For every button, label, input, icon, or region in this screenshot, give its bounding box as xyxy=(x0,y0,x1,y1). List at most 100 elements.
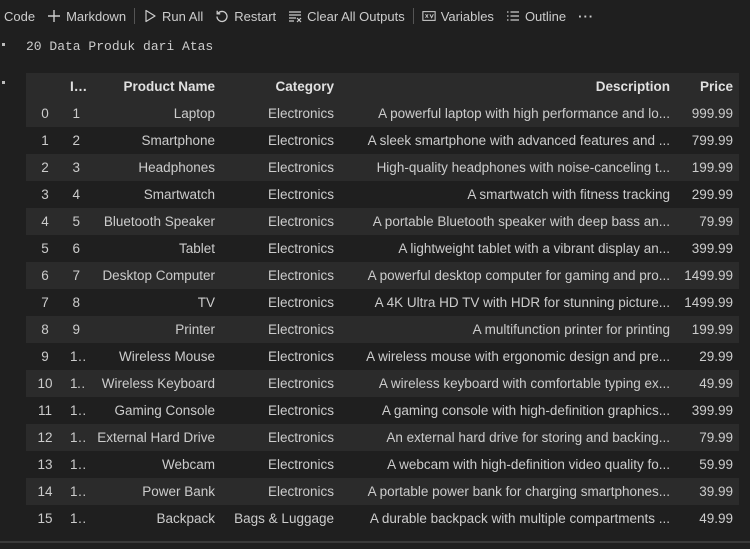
output-gutter-marker xyxy=(2,43,5,46)
cell-product-name: Printer xyxy=(175,322,215,337)
cell-category: Electronics xyxy=(267,376,334,391)
cell-product-name: Tablet xyxy=(178,241,215,256)
table-row: 0 1 Laptop Electronics A powerful laptop wit… xyxy=(26,100,739,127)
run-all-button[interactable]: Run All xyxy=(137,5,209,27)
cell-category: Electronics xyxy=(267,322,334,337)
cell-category: Electronics xyxy=(267,430,334,445)
cell-category: Electronics xyxy=(267,349,334,364)
table-row: 9 10 Wireless Mouse Electronics A wireless m… xyxy=(26,343,739,370)
clear-all-outputs-label: Clear All Outputs xyxy=(307,8,405,24)
cell-product-name: Wireless Mouse xyxy=(118,349,215,364)
cell-description: An external hard drive for storing and b… xyxy=(386,430,670,445)
cell-product-name: Webcam xyxy=(161,457,215,472)
add-markdown-cell-button[interactable]: Markdown xyxy=(41,5,132,27)
cell-price: 49.99 xyxy=(699,511,733,526)
horizontal-scrollbar[interactable] xyxy=(0,541,750,543)
cell-id: 7 xyxy=(72,268,80,283)
cell-price: 59.99 xyxy=(699,457,733,472)
cell-category: Electronics xyxy=(267,106,334,121)
cell-category: Electronics xyxy=(267,133,334,148)
variables-icon xyxy=(422,11,436,21)
table-header-row: ID Product Name Category Description Price xyxy=(26,73,739,100)
row-index: 0 xyxy=(41,106,49,121)
cell-id: 3 xyxy=(72,160,80,175)
table-row: 10 11 Wireless Keyboard Electronics A wirele… xyxy=(26,370,739,397)
output-heading: 20 Data Produk dari Atas xyxy=(26,39,214,54)
play-icon xyxy=(145,9,156,23)
index-header xyxy=(26,73,64,100)
column-header-id: ID xyxy=(70,79,84,94)
cell-category: Electronics xyxy=(267,295,334,310)
row-index: 12 xyxy=(37,430,53,445)
cell-price: 799.99 xyxy=(691,133,733,148)
cell-description: High-quality headphones with noise-cance… xyxy=(376,160,670,175)
outline-button[interactable]: Outline xyxy=(500,5,572,27)
cell-id: 11 xyxy=(70,376,85,391)
variables-label: Variables xyxy=(440,8,494,24)
cell-price: 999.99 xyxy=(691,106,733,121)
cell-description: A powerful laptop with high performance … xyxy=(378,106,670,121)
column-header-price: Price xyxy=(699,79,733,94)
cell-id: 2 xyxy=(72,133,80,148)
cell-price: 1499.99 xyxy=(684,268,733,283)
table-row: 6 7 Desktop Computer Electronics A powerful … xyxy=(26,262,739,289)
cell-product-name: Laptop xyxy=(173,106,215,121)
cell-price: 29.99 xyxy=(699,349,733,364)
toolbar-divider xyxy=(412,8,414,24)
cell-price: 49.99 xyxy=(699,376,733,391)
cell-id: 6 xyxy=(72,241,80,256)
cell-product-name: Wireless Keyboard xyxy=(101,376,215,391)
restart-label: Restart xyxy=(234,8,277,24)
cell-description: A webcam with high-definition video qual… xyxy=(387,457,670,472)
cell-description: A sleek smartphone with advanced feature… xyxy=(367,133,670,148)
cell-description: A lightweight tablet with a vibrant disp… xyxy=(398,241,670,256)
cell-description: A multifunction printer for printing xyxy=(472,322,670,337)
table-row: 13 14 Webcam Electronics A webcam with high-… xyxy=(26,451,739,478)
variables-button[interactable]: Variables xyxy=(416,5,500,27)
cell-product-name: Desktop Computer xyxy=(102,268,215,283)
table-row: 5 6 Tablet Electronics A lightweight tablet … xyxy=(26,235,739,262)
column-header-product-name: Product Name xyxy=(123,79,215,94)
restart-icon xyxy=(216,10,228,23)
cell-product-name: Smartwatch xyxy=(143,187,215,202)
cell-description: A durable backpack with multiple compart… xyxy=(369,511,670,526)
cell-category: Electronics xyxy=(267,187,334,202)
column-header-category: Category xyxy=(275,79,334,94)
cell-id: 14 xyxy=(70,457,86,472)
cell-id: 10 xyxy=(70,349,86,364)
row-index: 3 xyxy=(41,187,49,202)
cell-price: 1499.99 xyxy=(684,295,733,310)
row-index: 10 xyxy=(37,376,53,391)
cell-price: 399.99 xyxy=(691,403,733,418)
notebook-toolbar: Code Markdown Run All Restart Clear All … xyxy=(0,0,750,32)
cell-price: 199.99 xyxy=(691,322,733,337)
row-index: 15 xyxy=(37,511,53,526)
cell-description: A gaming console with high-definition gr… xyxy=(381,403,670,418)
table-row: 11 12 Gaming Console Electronics A gaming co… xyxy=(26,397,739,424)
table-row: 15 16 Backpack Bags & Luggage A durable back… xyxy=(26,505,739,532)
clear-all-outputs-button[interactable]: Clear All Outputs xyxy=(282,5,411,27)
cell-product-name: TV xyxy=(197,295,215,310)
cell-id: 12 xyxy=(70,403,86,418)
run-all-label: Run All xyxy=(162,8,204,24)
cell-price: 199.99 xyxy=(691,160,733,175)
row-index: 14 xyxy=(37,484,53,499)
add-code-cell-button[interactable]: Code xyxy=(0,5,41,27)
cell-id: 16 xyxy=(70,511,86,526)
cell-product-name: Power Bank xyxy=(142,484,215,499)
restart-button[interactable]: Restart xyxy=(209,5,282,27)
dataframe-table: ID Product Name Category Description Price 0… xyxy=(26,73,739,532)
column-header-description: Description xyxy=(595,79,670,94)
more-actions-button[interactable]: ··· xyxy=(572,5,600,27)
table-row: 4 5 Bluetooth Speaker Electronics A portable… xyxy=(26,208,739,235)
cell-product-name: Smartphone xyxy=(141,133,215,148)
dataframe-output: ID Product Name Category Description Price 0… xyxy=(26,73,739,532)
cell-description: A powerful desktop computer for gaming a… xyxy=(367,268,670,283)
table-row: 8 9 Printer Electronics A multifunction prin… xyxy=(26,316,739,343)
output-gutter-marker xyxy=(2,81,5,84)
cell-price: 299.99 xyxy=(691,187,733,202)
cell-id: 5 xyxy=(72,214,80,229)
row-index: 1 xyxy=(41,133,49,148)
cell-id: 15 xyxy=(70,484,86,499)
cell-output-area: 20 Data Produk dari Atas ID Product Name C… xyxy=(0,32,750,549)
